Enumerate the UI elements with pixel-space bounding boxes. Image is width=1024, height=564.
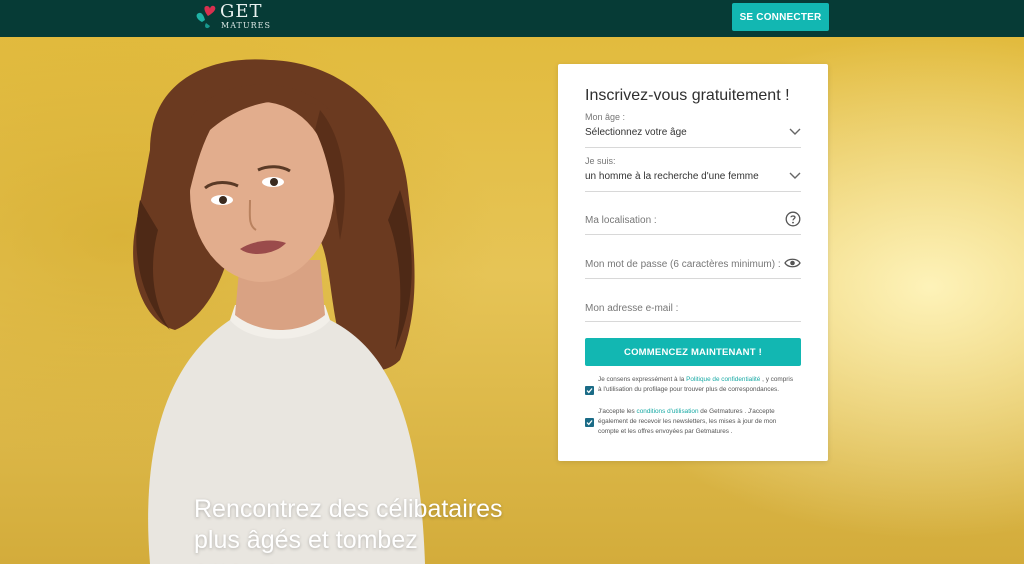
- terms-consent-text: J'accepte les conditions d'utilisation d…: [598, 407, 798, 437]
- login-button[interactable]: SE CONNECTER: [732, 3, 829, 31]
- hero-headline: Rencontrez des célibataires plus âgés et…: [194, 495, 503, 564]
- heart-clover-logo-icon: [196, 5, 216, 29]
- check-icon: [586, 388, 593, 394]
- privacy-checkbox[interactable]: [585, 386, 594, 395]
- privacy-consent-text: Je consens expressément à la Politique d…: [598, 375, 798, 395]
- consent-privacy: Je consens expressément à la Politique d…: [585, 375, 801, 407]
- password-input[interactable]: Mon mot de passe (6 caractères minimum) …: [585, 254, 801, 279]
- logo-wordmark: GET: [220, 1, 263, 22]
- location-placeholder: Ma localisation :: [585, 215, 657, 226]
- site-logo[interactable]: GET MATURES: [194, 2, 274, 32]
- password-placeholder: Mon mot de passe (6 caractères minimum) …: [585, 259, 781, 270]
- logo-subtitle: MATURES: [221, 21, 271, 30]
- age-select[interactable]: Mon âge : Sélectionnez votre âge: [585, 112, 801, 148]
- terms-checkbox[interactable]: [585, 418, 594, 427]
- start-now-button[interactable]: COMMENCEZ MAINTENANT !: [585, 338, 801, 366]
- hero-section: Rencontrez des célibataires plus âgés et…: [0, 37, 1024, 564]
- email-input[interactable]: Mon adresse e-mail :: [585, 298, 801, 322]
- terms-text-pre: J'accepte les: [598, 408, 637, 415]
- eye-icon[interactable]: [784, 257, 801, 269]
- privacy-text-pre: Je consens expressément à la: [598, 376, 687, 383]
- terms-of-use-link[interactable]: conditions d'utilisation: [637, 408, 699, 415]
- consent-terms: J'accepte les conditions d'utilisation d…: [585, 407, 801, 439]
- woman-portrait-image: [133, 59, 426, 564]
- email-placeholder: Mon adresse e-mail :: [585, 303, 679, 314]
- chevron-down-icon: [789, 172, 801, 179]
- location-input[interactable]: Ma localisation :: [585, 210, 801, 235]
- age-label: Mon âge :: [585, 112, 626, 122]
- gender-value: un homme à la recherche d'une femme: [585, 171, 759, 182]
- check-icon: [586, 420, 593, 426]
- form-title: Inscrivez-vous gratuitement !: [585, 87, 790, 104]
- chevron-down-icon: [789, 128, 801, 135]
- gender-label: Je suis:: [585, 156, 616, 166]
- gender-select[interactable]: Je suis: un homme à la recherche d'une f…: [585, 156, 801, 192]
- top-header: GET MATURES SE CONNECTER: [0, 0, 1024, 37]
- age-value: Sélectionnez votre âge: [585, 127, 687, 138]
- privacy-policy-link[interactable]: Politique de confidentialité: [686, 376, 760, 383]
- help-circle-icon[interactable]: [785, 211, 801, 227]
- signup-form-card: Inscrivez-vous gratuitement ! Mon âge : …: [558, 64, 828, 461]
